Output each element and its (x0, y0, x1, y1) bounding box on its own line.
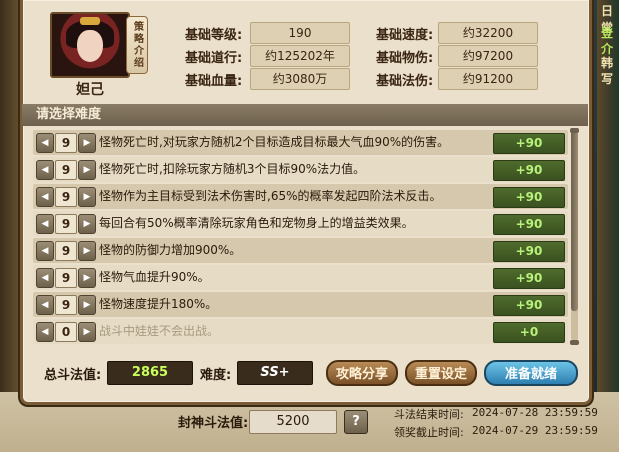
scroll-up-icon[interactable] (570, 128, 579, 133)
difficulty-description: 怪物气血提升90%。 (99, 270, 210, 284)
stat-value-level: 190 (250, 22, 350, 44)
decrease-arrow-icon[interactable]: ◀ (36, 214, 54, 234)
reward-deadline-value: 2024-07-29 23:59:59 (472, 424, 598, 437)
decrease-arrow-icon[interactable]: ◀ (36, 160, 54, 180)
seal-power-value: 5200 (249, 410, 337, 434)
difficulty-description: 怪物死亡时,对玩家方随机2个目标造成目标最大气血90%的伤害。 (99, 135, 450, 149)
difficulty-row: ◀ 9 ▶ 怪物死亡时,对玩家方随机2个目标造成目标最大气血90%的伤害。 +9… (33, 130, 568, 155)
difficulty-level: 9 (55, 160, 77, 180)
difficulty-level: 9 (55, 214, 77, 234)
hero-portrait (50, 12, 130, 78)
difficulty-label: 难度: (200, 368, 232, 383)
ready-button[interactable]: 准备就绪 (484, 360, 578, 386)
difficulty-bonus: +90 (493, 241, 565, 262)
scroll-down-icon[interactable] (570, 340, 579, 345)
side-text-5: 写 (601, 72, 614, 86)
difficulty-list: ◀ 9 ▶ 怪物死亡时,对玩家方随机2个目标造成目标最大气血90%的伤害。 +9… (33, 127, 569, 347)
stat-value-hp: 约3080万 (250, 68, 350, 90)
difficulty-description: 每回合有50%概率清除玩家角色和宠物身上的增益类效果。 (99, 216, 414, 230)
share-strategy-button[interactable]: 攻略分享 (326, 360, 398, 386)
difficulty-bonus: +0 (493, 322, 565, 343)
decrease-arrow-icon[interactable]: ◀ (36, 241, 54, 261)
decrease-arrow-icon[interactable]: ◀ (36, 295, 54, 315)
difficulty-description: 怪物死亡时,扣除玩家方随机3个目标90%法力值。 (99, 162, 366, 176)
difficulty-level: 9 (55, 268, 77, 288)
difficulty-level: 0 (55, 322, 77, 342)
difficulty-level: 9 (55, 187, 77, 207)
difficulty-description: 战斗中娃娃不会出战。 (99, 324, 220, 338)
increase-arrow-icon[interactable]: ▶ (78, 133, 96, 153)
game-background-left (0, 0, 22, 452)
increase-arrow-icon[interactable]: ▶ (78, 214, 96, 234)
increase-arrow-icon[interactable]: ▶ (78, 187, 96, 207)
decrease-arrow-icon[interactable]: ◀ (36, 133, 54, 153)
difficulty-level: 9 (55, 133, 77, 153)
reset-settings-button[interactable]: 重置设定 (405, 360, 477, 386)
stat-label-magic-damage: 基础法伤: (376, 74, 434, 89)
increase-arrow-icon[interactable]: ▶ (78, 268, 96, 288)
end-time-value: 2024-07-28 23:59:59 (472, 406, 598, 419)
difficulty-level: 9 (55, 241, 77, 261)
difficulty-row: ◀ 9 ▶ 怪物速度提升180%。 +90 (33, 292, 568, 317)
side-text-2: 登 (601, 26, 614, 40)
list-scrollbar-thumb[interactable] (571, 131, 578, 311)
difficulty-section-title: 请选择难度 (22, 104, 588, 126)
total-power-label: 总斗法值: (44, 368, 102, 383)
difficulty-row: ◀ 9 ▶ 怪物死亡时,扣除玩家方随机3个目标90%法力值。 +90 (33, 157, 568, 182)
stat-label-level: 基础等级: (185, 28, 243, 43)
difficulty-bonus: +90 (493, 133, 565, 154)
decrease-arrow-icon[interactable]: ◀ (36, 322, 54, 342)
help-icon[interactable]: ? (344, 410, 368, 434)
stat-value-speed: 约32200 (438, 22, 538, 44)
decrease-arrow-icon[interactable]: ◀ (36, 187, 54, 207)
difficulty-row: ◀ 9 ▶ 怪物的防御力增加900%。 +90 (33, 238, 568, 263)
difficulty-row: ◀ 0 ▶ 战斗中娃娃不会出战。 +0 (33, 319, 568, 344)
seal-power-label: 封神斗法值: (178, 416, 249, 431)
difficulty-bonus: +90 (493, 187, 565, 208)
stat-label-daoxing: 基础道行: (185, 51, 243, 66)
difficulty-bonus: +90 (493, 160, 565, 181)
stat-label-physical-damage: 基础物伤: (376, 51, 434, 66)
difficulty-level: 9 (55, 295, 77, 315)
reward-deadline-label: 领奖截止时间: (394, 426, 464, 439)
increase-arrow-icon[interactable]: ▶ (78, 295, 96, 315)
increase-arrow-icon[interactable]: ▶ (78, 322, 96, 342)
increase-arrow-icon[interactable]: ▶ (78, 160, 96, 180)
stat-value-physical-damage: 约97200 (438, 45, 538, 67)
strategy-intro-button[interactable]: 策略介绍 (126, 16, 148, 74)
end-time-label: 斗法结束时间: (394, 408, 464, 421)
stat-value-magic-damage: 约91200 (438, 68, 538, 90)
difficulty-row: ◀ 9 ▶ 每回合有50%概率清除玩家角色和宠物身上的增益类效果。 +90 (33, 211, 568, 236)
difficulty-bonus: +90 (493, 268, 565, 289)
difficulty-description: 怪物的防御力增加900%。 (99, 243, 242, 257)
difficulty-description: 怪物速度提升180%。 (99, 297, 218, 311)
side-text-4: 韩 (601, 56, 614, 70)
stat-label-speed: 基础速度: (376, 28, 434, 43)
total-power-value: 2865 (107, 361, 193, 385)
difficulty-row: ◀ 9 ▶ 怪物气血提升90%。 +90 (33, 265, 568, 290)
stat-label-hp: 基础血量: (185, 74, 243, 89)
difficulty-grade: SS+ (237, 361, 313, 385)
stat-value-daoxing: 约125202年 (250, 45, 350, 67)
difficulty-description: 怪物作为主目标受到法术伤害时,65%的概率发起四阶法术反击。 (99, 189, 442, 203)
decrease-arrow-icon[interactable]: ◀ (36, 268, 54, 288)
difficulty-bonus: +90 (493, 295, 565, 316)
difficulty-bonus: +90 (493, 214, 565, 235)
hero-name: 妲己 (76, 82, 104, 98)
difficulty-row: ◀ 9 ▶ 怪物作为主目标受到法术伤害时,65%的概率发起四阶法术反击。 +90 (33, 184, 568, 209)
increase-arrow-icon[interactable]: ▶ (78, 241, 96, 261)
